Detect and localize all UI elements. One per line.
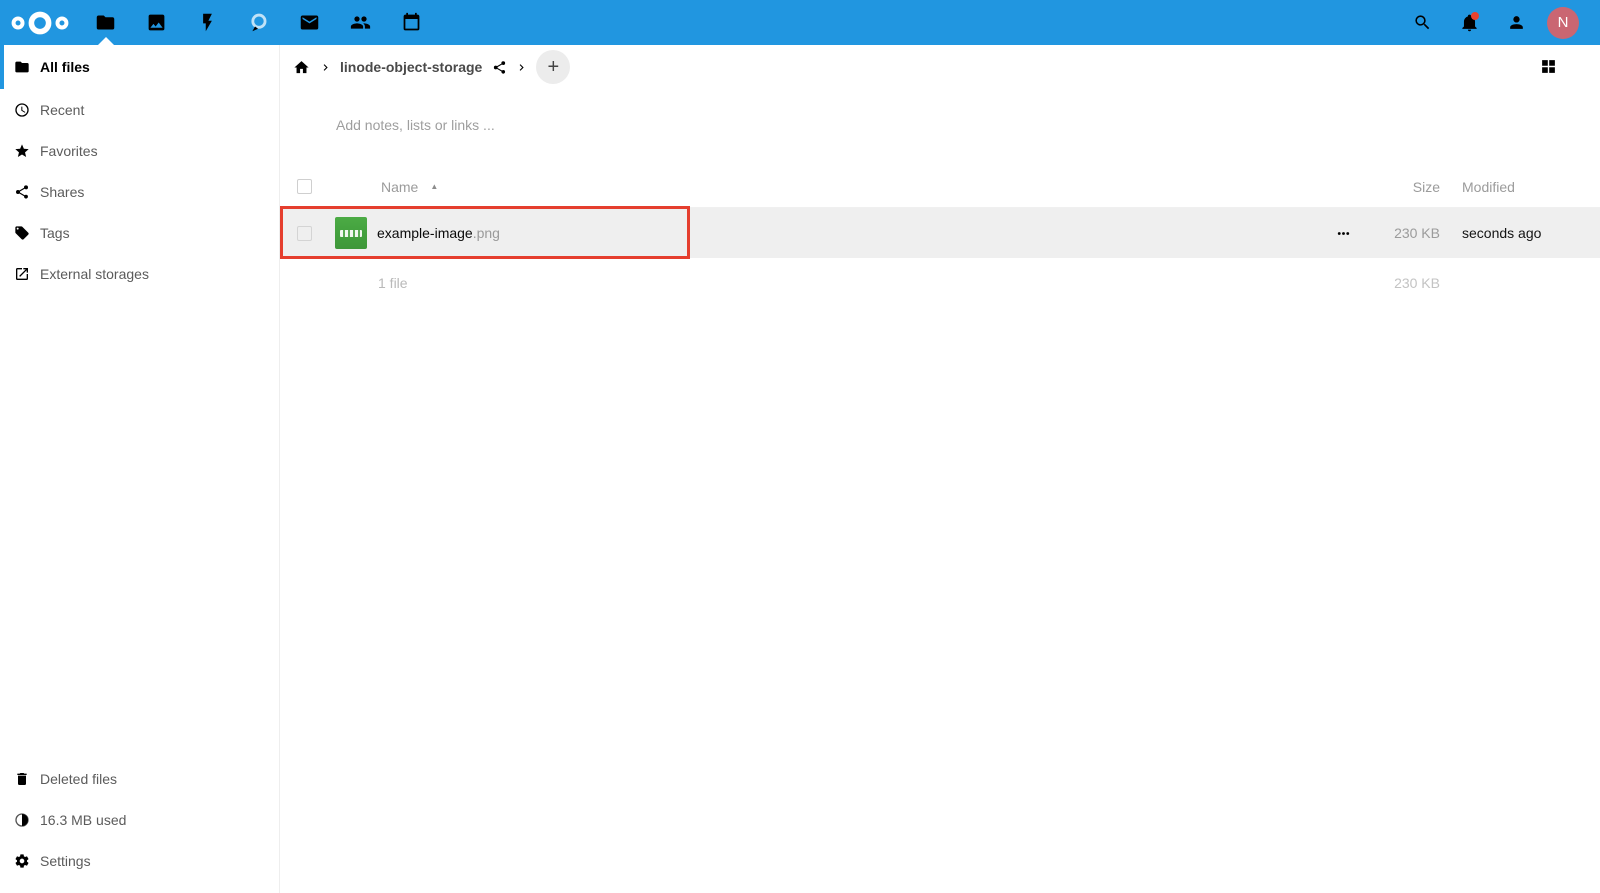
sidebar-item-settings[interactable]: Settings (0, 840, 279, 881)
row-checkbox-cell (280, 226, 335, 241)
file-table-header: Name ▲ Size Modified (280, 166, 1600, 208)
tag-icon (14, 225, 30, 241)
sidebar-item-quota[interactable]: 16.3 MB used (0, 799, 279, 840)
sidebar-footer: Deleted files 16.3 MB used Settings (0, 758, 279, 893)
app-mail-button[interactable] (284, 0, 335, 45)
sort-ascending-icon: ▲ (430, 182, 438, 191)
sidebar-item-shares[interactable]: Shares (0, 171, 279, 212)
sort-by-size-header[interactable]: Size (1366, 179, 1440, 195)
app-talk-button[interactable] (233, 0, 284, 45)
mail-icon (299, 12, 320, 33)
contacts-icon (350, 12, 371, 33)
activity-icon (197, 12, 218, 33)
search-button[interactable] (1406, 7, 1438, 39)
app-files-button[interactable] (80, 0, 131, 45)
talk-icon (248, 12, 269, 33)
files-content: linode-object-storage + Add notes, lists… (280, 45, 1600, 893)
file-count-summary: 1 file (335, 275, 1320, 291)
app-contacts-button[interactable] (335, 0, 386, 45)
star-icon (14, 143, 30, 159)
file-list-table: Name ▲ Size Modified example-image.png 2… (280, 166, 1600, 308)
sidebar-item-recent[interactable]: Recent (0, 89, 279, 130)
clock-icon (14, 102, 30, 118)
trash-icon (14, 771, 30, 787)
sidebar-item-label: All files (40, 59, 90, 75)
quota-pie-icon (14, 812, 30, 828)
select-all-checkbox[interactable] (297, 179, 312, 194)
topbar-right-section: N (1406, 0, 1600, 45)
share-icon (14, 184, 30, 200)
sidebar-item-label: Deleted files (40, 771, 117, 787)
file-basename: example-image (377, 225, 473, 241)
app-activity-button[interactable] (182, 0, 233, 45)
sidebar-item-label: Favorites (40, 143, 98, 159)
file-thumbnail-image (335, 217, 367, 249)
more-actions-icon[interactable] (1335, 225, 1352, 242)
name-column-label: Name (381, 179, 418, 195)
files-sidebar: All files Recent Favorites Shares Tags E… (0, 45, 280, 893)
sidebar-item-favorites[interactable]: Favorites (0, 130, 279, 171)
contacts-menu-icon (1507, 13, 1526, 32)
share-icon (492, 60, 507, 75)
workspace-notes-placeholder[interactable]: Add notes, lists or links ... (336, 117, 1600, 137)
file-size-value: 230 KB (1366, 225, 1440, 241)
app-photos-button[interactable] (131, 0, 182, 45)
notification-badge (1471, 12, 1479, 20)
breadcrumb-home-button[interactable] (293, 58, 311, 76)
grid-view-toggle-button[interactable] (1540, 58, 1558, 76)
chevron-right-icon (319, 61, 332, 74)
sidebar-item-deleted-files[interactable]: Deleted files (0, 758, 279, 799)
external-link-icon (14, 266, 30, 282)
nextcloud-logo-icon (9, 8, 71, 38)
sidebar-item-label: Shares (40, 184, 84, 200)
sidebar-item-label: External storages (40, 266, 149, 282)
quota-label: 16.3 MB used (40, 812, 126, 828)
total-size-summary: 230 KB (1366, 275, 1440, 291)
file-row-example-image[interactable]: example-image.png 230 KB seconds ago (280, 208, 1600, 258)
home-icon (293, 59, 310, 76)
files-folder-icon (95, 12, 116, 33)
contacts-menu-button[interactable] (1500, 7, 1532, 39)
sort-by-name-header[interactable]: Name ▲ (335, 179, 1320, 195)
breadcrumb-current-folder[interactable]: linode-object-storage (340, 59, 482, 75)
grid-view-icon (1540, 58, 1557, 75)
files-controls-bar: linode-object-storage + (280, 45, 1600, 89)
notifications-button[interactable] (1453, 7, 1485, 39)
header-checkbox-cell (280, 179, 335, 194)
top-header-bar: N (0, 0, 1600, 45)
file-name-label: example-image.png (377, 225, 500, 241)
file-modified-value: seconds ago (1440, 225, 1600, 241)
sidebar-item-label: Recent (40, 102, 84, 118)
nextcloud-logo[interactable] (0, 0, 80, 45)
chevron-right-icon (515, 61, 528, 74)
sidebar-item-tags[interactable]: Tags (0, 212, 279, 253)
calendar-icon (401, 12, 422, 33)
new-file-button[interactable]: + (536, 50, 570, 84)
file-rows: example-image.png 230 KB seconds ago (280, 208, 1600, 258)
sidebar-item-label: Tags (40, 225, 70, 241)
app-menu (80, 0, 437, 45)
sidebar-item-label: Settings (40, 853, 91, 869)
user-avatar[interactable]: N (1547, 7, 1579, 39)
sort-by-modified-header[interactable]: Modified (1440, 179, 1600, 195)
gear-icon (14, 853, 30, 869)
sidebar-item-external-storages[interactable]: External storages (0, 253, 279, 294)
folder-icon (14, 59, 30, 75)
file-list-summary: 1 file 230 KB (280, 258, 1600, 308)
file-select-checkbox[interactable] (297, 226, 312, 241)
photos-icon (146, 12, 167, 33)
search-icon (1413, 13, 1432, 32)
file-name-cell[interactable]: example-image.png (335, 217, 1320, 249)
breadcrumb-share-button[interactable] (492, 60, 507, 75)
file-extension: .png (473, 225, 500, 241)
app-calendar-button[interactable] (386, 0, 437, 45)
sidebar-item-all-files[interactable]: All files (0, 45, 279, 89)
file-actions-cell (1320, 225, 1366, 242)
